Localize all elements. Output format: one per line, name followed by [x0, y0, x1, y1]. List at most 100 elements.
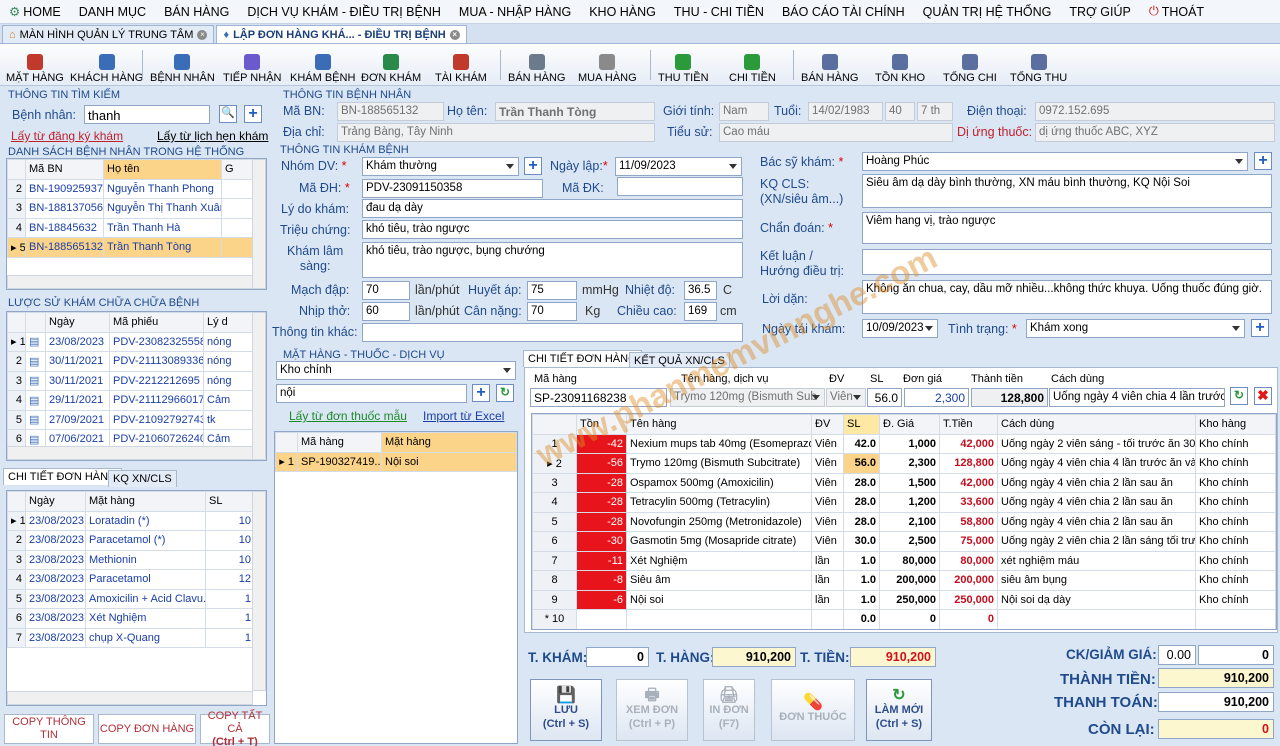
- menu-item-9[interactable]: TRỢ GIÚP: [1060, 5, 1139, 19]
- table-row[interactable]: ▸ 1 ▤ 23/08/2023 PDV-23082325558 nóng: [7, 331, 255, 352]
- toolbar-button-9[interactable]: THU TIỀN: [658, 46, 709, 84]
- table-row[interactable]: 7 -11 Xét Nghiệm lần 1.0 80,000 80,000 xét nghi…: [532, 550, 1276, 571]
- vertical-scrollbar[interactable]: [252, 159, 266, 289]
- table-row[interactable]: 5 23/08/2023 Amoxicilin + Acid Clavu... 1: [7, 588, 255, 609]
- link-from-appointments[interactable]: Lấy từ lịch hẹn khám: [157, 129, 268, 143]
- table-row[interactable]: 6 -30 Gasmotin 5mg (Mosapride citrate) Viên…: [532, 531, 1276, 552]
- toolbar-button-5[interactable]: ĐƠN KHÁM: [361, 46, 421, 84]
- exam-fee-field[interactable]: 0: [586, 647, 649, 667]
- horizontal-scrollbar[interactable]: [7, 691, 253, 705]
- toolbar-button-6[interactable]: TÀI KHÁM: [435, 46, 487, 84]
- height-field[interactable]: 169: [684, 302, 717, 321]
- tab-order-treatment[interactable]: ♦ LẬP ĐƠN HÀNG KHÁ... - ĐIỀU TRỊ BỆNH ×: [216, 25, 467, 43]
- menu-item-10[interactable]: ⏻ THOÁT: [1140, 4, 1213, 19]
- table-row[interactable]: 5 -28 Novofungin 250mg (Metronidazole) Viên…: [532, 511, 1276, 532]
- warehouse-select[interactable]: Kho chính: [276, 361, 516, 380]
- add-service-group-button[interactable]: +: [524, 157, 542, 175]
- item-search-input[interactable]: nội: [276, 384, 467, 403]
- tab-central-screen[interactable]: ⌂ MÀN HÌNH QUẢN LÝ TRUNG TÂM ×: [2, 25, 215, 43]
- discount-amount-field[interactable]: 0: [1198, 645, 1274, 665]
- horizontal-scrollbar[interactable]: [7, 275, 253, 289]
- status-select[interactable]: Khám xong: [1026, 319, 1245, 338]
- entry-usage-field[interactable]: Uống ngày 4 viên chia 4 lần trước ăn: [1049, 388, 1225, 407]
- entry-unit-select[interactable]: Viên: [826, 388, 866, 407]
- vertical-scrollbar[interactable]: [252, 312, 266, 460]
- menu-item-8[interactable]: QUẢN TRỊ HỆ THỐNG: [914, 5, 1061, 19]
- delete-icon[interactable]: ✖: [1254, 387, 1272, 405]
- menu-item-3[interactable]: DỊCH VỤ KHÁM - ĐIỀU TRỊ BỆNH: [238, 5, 450, 19]
- table-row[interactable]: 5 ▤ 27/09/2021 PDV-21092792743 tk: [7, 409, 255, 430]
- toolbar-button-4[interactable]: KHÁM BỆNH: [290, 46, 355, 84]
- table-row[interactable]: ▸ 1 SP-190327419... Nội soi: [275, 451, 517, 472]
- order-code-field[interactable]: PDV-23091150358: [362, 179, 543, 198]
- table-row[interactable]: ▸ 2 -56 Trymo 120mg (Bismuth Subcitrate) Vi…: [532, 453, 1276, 474]
- lab-results-field[interactable]: Siêu âm dạ dày bình thường, XN máu bình …: [862, 174, 1272, 208]
- toolbar-button-3[interactable]: TIẾP NHẬN: [223, 46, 281, 84]
- table-row[interactable]: 4 23/08/2023 Paracetamol 12: [7, 569, 255, 590]
- doctor-select[interactable]: Hoàng Phúc: [862, 152, 1248, 171]
- menu-item-0[interactable]: ⚙ HOME: [0, 4, 70, 20]
- horizontal-scrollbar[interactable]: [7, 446, 253, 460]
- search-icon[interactable]: 🔍: [219, 105, 237, 123]
- symptoms-field[interactable]: khó tiêu, trào ngược: [362, 220, 743, 239]
- conclusion-field[interactable]: [862, 249, 1272, 275]
- table-row[interactable]: 6 23/08/2023 Xét Nghiệm 1: [7, 608, 255, 629]
- service-group-select[interactable]: Khám thường: [362, 157, 519, 176]
- link-from-registration[interactable]: Lấy từ đăng ký khám: [11, 129, 123, 143]
- action-button-1[interactable]: 🖶 XEM ĐƠN (Ctrl + P): [616, 679, 688, 741]
- menu-item-6[interactable]: THU - CHI TIỀN: [665, 5, 773, 19]
- blood-pressure-field[interactable]: 75: [527, 281, 577, 300]
- action-button-4[interactable]: ↻ LÀM MỚI (Ctrl + S): [866, 679, 932, 741]
- add-item-button[interactable]: +: [472, 384, 490, 402]
- close-icon[interactable]: ×: [449, 29, 460, 40]
- toolbar-button-14[interactable]: TỔNG THU: [1010, 46, 1067, 84]
- tab-left-lab-results[interactable]: KQ XN/CLS: [108, 470, 177, 487]
- copy-order-button[interactable]: COPY ĐƠN HÀNG: [98, 714, 196, 744]
- toolbar-button-7[interactable]: BÁN HÀNG: [508, 46, 565, 84]
- action-button-2[interactable]: 🖨 IN ĐƠN (F7): [703, 679, 755, 741]
- link-import-excel[interactable]: Import từ Excel: [423, 409, 504, 423]
- toolbar-button-1[interactable]: KHÁCH HÀNG: [70, 46, 143, 84]
- close-icon[interactable]: ×: [197, 29, 208, 40]
- clinical-exam-field[interactable]: khó tiêu, trào ngược, bụng chướng: [362, 242, 743, 278]
- menu-item-7[interactable]: BÁO CÁO TÀI CHÍNH: [773, 5, 914, 19]
- table-row[interactable]: 3 BN-1881370564 Nguyễn Thị Thanh Xuân: [7, 198, 255, 219]
- tab-order-detail[interactable]: CHI TIẾT ĐƠN HÀNG: [523, 350, 642, 367]
- table-row[interactable]: 4 ▤ 29/11/2021 PDV-21112966017 Cảm: [7, 390, 255, 411]
- diagnosis-field[interactable]: Viêm hang vị, trào ngược: [862, 212, 1272, 244]
- table-row[interactable]: 2 23/08/2023 Paracetamol (*) 10: [7, 530, 255, 551]
- vertical-scrollbar[interactable]: [252, 491, 266, 691]
- action-button-3[interactable]: 💊 ĐƠN THUỐC: [771, 679, 855, 741]
- created-date-picker[interactable]: 11/09/2023: [615, 157, 742, 176]
- weight-field[interactable]: 70: [527, 302, 577, 321]
- table-row[interactable]: 4 -28 Tetracylin 500mg (Tetracylin) Viên 28.…: [532, 492, 1276, 513]
- menu-item-2[interactable]: BÁN HÀNG: [155, 5, 238, 19]
- add-status-button[interactable]: +: [1251, 319, 1269, 337]
- menu-item-4[interactable]: MUA - NHẬP HÀNG: [450, 5, 580, 19]
- table-row[interactable]: 9 -6 Nội soi lần 1.0 250,000 250,000 Nội soi dạ…: [532, 589, 1276, 610]
- registration-code-field[interactable]: [617, 177, 743, 196]
- table-row[interactable]: 8 -8 Siêu âm lần 1.0 200,000 200,000 siêu âm bụ…: [532, 570, 1276, 591]
- temperature-field[interactable]: 36.5: [684, 281, 717, 300]
- toolbar-button-2[interactable]: BỆNH NHÂN: [150, 46, 215, 84]
- table-row[interactable]: 1 -42 Nexium mups tab 40mg (Esomeprazole) V…: [532, 433, 1276, 454]
- link-template-prescription[interactable]: Lấy từ đơn thuốc mẫu: [289, 409, 407, 423]
- entry-name-select[interactable]: Trymo 120mg (Bismuth Sub: [670, 388, 825, 407]
- copy-info-button[interactable]: COPY THÔNG TIN: [4, 714, 94, 744]
- add-patient-button[interactable]: +: [244, 105, 262, 123]
- table-row[interactable]: 4 BN-18845632 Trần Thanh Hà: [7, 217, 255, 238]
- entry-price-field[interactable]: 2,300: [904, 388, 969, 407]
- reason-field[interactable]: đau dạ dày: [362, 199, 743, 218]
- tab-left-order-detail[interactable]: CHI TIẾT ĐƠN HÀNG: [3, 468, 122, 485]
- refresh-icon[interactable]: ↻: [496, 384, 514, 402]
- patient-search-input[interactable]: thanh: [84, 105, 210, 124]
- table-row[interactable]: 3 ▤ 30/11/2021 PDV-2212212695 nóng: [7, 370, 255, 391]
- toolbar-button-13[interactable]: TỔNG CHI: [943, 46, 997, 84]
- add-doctor-button[interactable]: +: [1254, 152, 1272, 170]
- table-row[interactable]: ▸ 5 BN-188565132 Trần Thanh Tòng: [7, 237, 255, 258]
- advice-field[interactable]: Không ăn chua, cay, dầu mỡ nhiều...không…: [862, 280, 1272, 314]
- entry-refresh-icon[interactable]: ↻: [1230, 387, 1248, 405]
- table-row[interactable]: 2BN-190925937...Nguyễn Thanh Phong: [7, 178, 255, 199]
- toolbar-button-12[interactable]: TỒN KHO: [875, 46, 925, 84]
- action-button-0[interactable]: 💾 LƯU (Ctrl + S): [530, 679, 602, 741]
